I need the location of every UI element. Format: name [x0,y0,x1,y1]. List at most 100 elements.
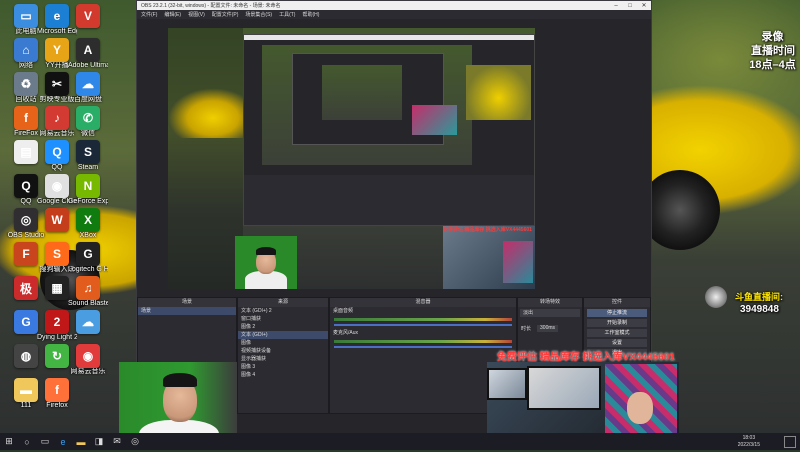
nested-obs-window [243,34,535,226]
app-icon: G [14,310,38,334]
douyu-logo [705,286,727,308]
app-icon: ◍ [14,344,38,368]
app-icon: ▭ [14,4,38,28]
desktop-icon[interactable]: V [68,4,108,28]
desktop-icon[interactable]: f Firefox [37,378,77,410]
desktop-icon[interactable]: X XBox [68,208,108,240]
menu-tools[interactable]: 工具(T) [279,11,295,18]
source-item[interactable]: 文本 (GDI+) [238,331,328,339]
promo-text: 免费评估 精品库存 挑选入库VX4445601 [497,352,675,363]
volume-slider[interactable] [334,346,512,348]
app-icon: W [45,208,69,232]
app-icon: 极 [14,276,38,300]
app-icon: ☁ [76,310,100,334]
app-icon: S [45,242,69,266]
sources-list: 文本 (GDI+) 2 窗口捕获 图像 2 文本 (GDI+) 图像 视频捕获设备 显示器捕… [238,307,328,379]
source-item[interactable]: 图像 2 [238,323,328,331]
app-icon: ✂ [45,72,69,96]
minimize-icon[interactable]: – [609,3,623,9]
source-item[interactable]: 文本 (GDI+) 2 [238,307,328,315]
obs-preview-canvas[interactable]: 免费评估 精品库存 挑选入库VX4445601 [168,28,535,289]
desktop-icon[interactable]: ◉ 网易云音乐 [68,344,108,376]
source-item[interactable]: 图像 [238,339,328,347]
notification-icon[interactable] [784,436,796,448]
menu-scene-collection[interactable]: 场景集合(S) [245,11,272,18]
taskbar: ⊞ ○ ▭ e ▬ ◨ ✉ ◎ 18:03 2022/3/15 [0,433,800,450]
system-tray-clock[interactable]: 18:03 2022/3/15 [738,433,760,452]
source-item[interactable]: 视频捕获设备 [238,347,328,355]
car-wheel [640,170,720,250]
settings-button[interactable]: 设置 [587,339,647,347]
start-recording-button[interactable]: 开始录制 [587,319,647,327]
desktop-icon[interactable]: ✆ 微信 [68,106,108,138]
app-icon: S [76,140,100,164]
menu-help[interactable]: 帮助(H) [302,11,319,18]
desktop-icon-label: 网易云音乐 [70,368,106,375]
desktop-icon-label: XBox [79,232,97,239]
monitor [487,368,527,400]
mousepad [605,364,677,433]
app-icon: N [76,174,100,198]
app-icon: ⌂ [14,38,38,62]
file-explorer-icon[interactable]: ▬ [72,433,90,450]
mail-icon[interactable]: ✉ [108,433,126,450]
app-icon: ♫ [76,276,100,300]
preview-webcam [235,236,297,289]
desktop-icon-label: OBS Studio [7,232,45,239]
channel-label: 斗鱼直播间: [735,292,783,302]
obs-title-bar[interactable]: OBS 23.2.1 (32-bit, windows) - 配置文件: 未命名… [137,1,651,10]
app-icon: f [14,106,38,130]
menu-file[interactable]: 文件(F) [141,11,157,18]
store-icon[interactable]: ◨ [90,433,108,450]
obs-window-title: OBS 23.2.1 (32-bit, windows) - 配置文件: 未命名… [141,3,281,9]
windows-start-icon[interactable]: ⊞ [0,433,18,450]
scene-item[interactable]: 场景 [138,307,236,315]
app-icon: V [76,4,100,28]
studio-mode-button[interactable]: 工作室模式 [587,329,647,337]
desktop-icon[interactable]: ♫ Sound Blaster [68,276,108,308]
desktop-icon-label: Logitech G HUB [68,266,108,273]
app-icon: e [45,4,69,28]
app-icon: ✆ [76,106,100,130]
maximize-icon[interactable]: □ [623,3,637,9]
sources-panel: 来源 文本 (GDI+) 2 窗口捕获 图像 2 文本 (GDI+) 图像 视频捕获设备显… [237,297,329,414]
search-icon[interactable]: ○ [18,433,36,450]
edge-icon[interactable]: e [54,433,72,450]
desktop-icon-label: Steam [77,164,99,171]
menu-edit[interactable]: 编辑(E) [164,11,181,18]
obs-taskbar-icon[interactable]: ◎ [126,433,144,450]
volume-meter [334,318,512,321]
desktop-icon-label: Firefox [46,402,68,409]
stop-streaming-button[interactable]: 停止推流 [587,309,647,317]
app-icon: ♪ [45,106,69,130]
transition-duration: 时长 300ms [518,325,582,332]
menu-profile[interactable]: 配置文件(P) [212,11,239,18]
live-hours: 18点–4点 [749,59,796,71]
app-icon: ↻ [45,344,69,368]
source-item[interactable]: 显示器捕获 [238,355,328,363]
preview-promo-text: 免费评估 精品库存 挑选入库VX4445601 [443,227,532,233]
desktop-icon[interactable]: NGeForce Experience [68,174,108,206]
mixer-channel-desktop: 桌面音频 [333,308,354,314]
menu-view[interactable]: 视图(V) [188,11,205,18]
close-icon[interactable]: ✕ [637,2,651,9]
preview-desktop-icons [168,28,243,289]
desktop-icon[interactable]: S Steam [68,140,108,172]
volume-slider[interactable] [334,324,512,326]
source-item[interactable]: 窗口捕获 [238,315,328,323]
transition-select[interactable]: 淡出 [520,309,580,317]
desktop-icon[interactable]: ☁ 百度网盘 [68,72,108,104]
duration-label: 时长 [521,326,532,332]
desktop-icon[interactable]: ☁ [68,310,108,334]
desktop-icon[interactable]: GLogitech G HUB [68,242,108,274]
desktop-icon[interactable]: AAdobe Ultimate [68,38,108,70]
nested-car-image [466,65,531,120]
source-item[interactable]: 图像 4 [238,371,328,379]
app-icon: ▬ [14,378,38,402]
task-view-icon[interactable]: ▭ [36,433,54,450]
desk-cam-feed [487,362,679,433]
source-item[interactable]: 图像 3 [238,363,328,371]
desktop-icon-label: Sound Blaster [68,300,108,307]
duration-input[interactable]: 300ms [537,325,559,332]
room-number: 3949848 [740,304,779,315]
